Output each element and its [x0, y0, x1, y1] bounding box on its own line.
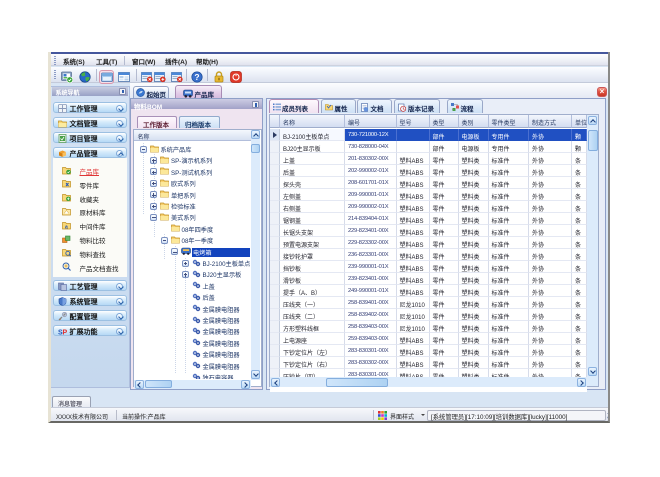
svg-text:a: a	[65, 224, 68, 230]
svg-text:P: P	[62, 330, 67, 337]
svg-text:?: ?	[194, 72, 199, 82]
